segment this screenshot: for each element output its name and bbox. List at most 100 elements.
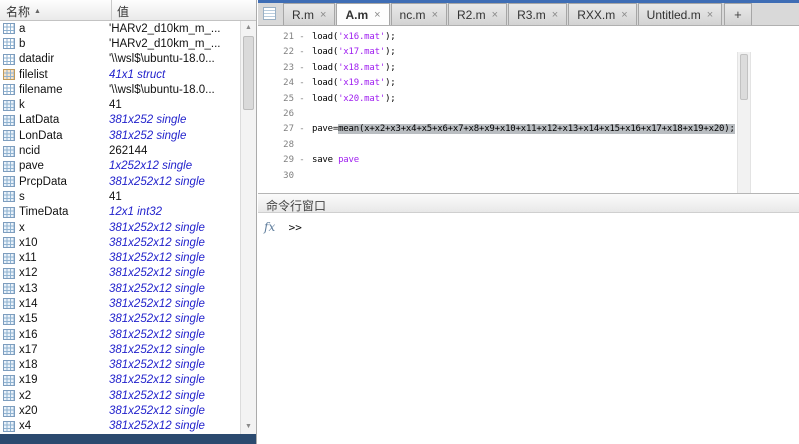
variable-value: 'HARv2_d10km_m_... <box>109 23 240 35</box>
workspace-row[interactable]: b'HARv2_d10km_m_... <box>0 36 240 51</box>
close-icon[interactable]: × <box>432 9 438 21</box>
variable-value: 381x252x12 single <box>109 252 240 264</box>
scroll-up-icon[interactable]: ▲ <box>241 22 256 34</box>
variable-value: 381x252x12 single <box>109 283 240 295</box>
command-window[interactable]: fx >> <box>258 213 799 444</box>
scroll-down-icon[interactable]: ▼ <box>241 421 256 433</box>
column-header-value[interactable]: 值 <box>112 0 256 20</box>
workspace-panel: 名称 ▲ 值 a'HARv2_d10km_m_...b'HARv2_d10km_… <box>0 0 257 444</box>
variable-value: 381x252x12 single <box>109 237 240 249</box>
workspace-row[interactable]: x11381x252x12 single <box>0 250 240 265</box>
executable-line-dash: - <box>294 30 310 45</box>
variable-name: x16 <box>19 329 109 341</box>
close-icon[interactable]: × <box>320 9 326 21</box>
workspace-row[interactable]: x381x252x12 single <box>0 220 240 235</box>
workspace-row[interactable]: x15381x252x12 single <box>0 312 240 327</box>
workspace-row[interactable]: x14381x252x12 single <box>0 296 240 311</box>
close-icon[interactable]: × <box>492 9 498 21</box>
workspace-row[interactable]: x18381x252x12 single <box>0 358 240 373</box>
workspace-row[interactable]: x2381x252x12 single <box>0 388 240 403</box>
workspace-row[interactable]: TimeData12x1 int32 <box>0 205 240 220</box>
new-tab-button[interactable]: + <box>724 3 752 25</box>
variable-value: 381x252 single <box>109 130 240 142</box>
workspace-row[interactable]: x4381x252x12 single <box>0 419 240 434</box>
close-icon[interactable]: × <box>552 9 558 21</box>
workspace-row[interactable]: datadir'\\wsl$\ubuntu-18.0... <box>0 52 240 67</box>
workspace-row[interactable]: x10381x252x12 single <box>0 235 240 250</box>
code-line-28[interactable]: 28 <box>258 138 799 153</box>
workspace-row[interactable]: a'HARv2_d10km_m_... <box>0 21 240 36</box>
workspace-row[interactable]: x17381x252x12 single <box>0 342 240 357</box>
workspace-row[interactable]: ncid262144 <box>0 143 240 158</box>
variable-value: 'HARv2_d10km_m_... <box>109 38 240 50</box>
variable-num-icon <box>3 421 15 432</box>
tab-untitled-m[interactable]: Untitled.m× <box>638 3 722 25</box>
executable-line-dash: - <box>294 153 310 168</box>
code-lines: 21-load('x16.mat');22-load('x17.mat');23… <box>258 26 799 184</box>
scrollbar-thumb[interactable] <box>243 36 254 110</box>
tab-nc-m[interactable]: nc.m× <box>391 3 447 25</box>
workspace-header: 名称 ▲ 值 <box>0 0 256 21</box>
workspace-row[interactable]: x12381x252x12 single <box>0 266 240 281</box>
line-number: 26 <box>258 107 294 122</box>
code-line-26[interactable]: 26 <box>258 107 799 122</box>
workspace-row[interactable]: x16381x252x12 single <box>0 327 240 342</box>
code-line-27[interactable]: 27-pave=mean(x+x2+x3+x4+x5+x6+x7+x8+x9+x… <box>258 122 799 137</box>
close-icon[interactable]: × <box>621 9 627 21</box>
editor-panel: R.m×A.m×nc.m×R2.m×R3.m×RXX.m×Untitled.m×… <box>258 0 799 444</box>
code-line-30[interactable]: 30 <box>258 169 799 184</box>
code-line-25[interactable]: 25-load('x20.mat'); <box>258 92 799 107</box>
variable-struct-icon <box>3 69 15 80</box>
column-header-name[interactable]: 名称 ▲ <box>0 0 112 20</box>
workspace-row[interactable]: filename'\\wsl$\ubuntu-18.0... <box>0 82 240 97</box>
variable-name: filelist <box>19 69 109 81</box>
close-icon[interactable]: × <box>374 9 380 21</box>
code-line-22[interactable]: 22-load('x17.mat'); <box>258 45 799 60</box>
code-line-23[interactable]: 23-load('x18.mat'); <box>258 61 799 76</box>
workspace-row[interactable]: LonData381x252 single <box>0 128 240 143</box>
variable-value: 1x252x12 single <box>109 160 240 172</box>
code-text: save pave <box>310 153 359 168</box>
line-number: 22 <box>258 45 294 60</box>
variable-num-icon <box>3 375 15 386</box>
variable-name: x <box>19 222 109 234</box>
code-editor[interactable]: 21-load('x16.mat');22-load('x17.mat');23… <box>258 26 799 193</box>
variable-name: x14 <box>19 298 109 310</box>
document-icon <box>263 7 276 20</box>
workspace-body: a'HARv2_d10km_m_...b'HARv2_d10km_m_...da… <box>0 21 240 434</box>
executable-line-dash: - <box>294 45 310 60</box>
close-icon[interactable]: × <box>707 9 713 21</box>
workspace-row[interactable]: filelist41x1 struct <box>0 67 240 82</box>
workspace-row[interactable]: x20381x252x12 single <box>0 403 240 418</box>
variable-num-icon <box>3 360 15 371</box>
tab-rxx-m[interactable]: RXX.m× <box>568 3 636 25</box>
command-window-header[interactable]: 命令行窗口 <box>258 193 799 213</box>
workspace-row[interactable]: x13381x252x12 single <box>0 281 240 296</box>
variable-name: a <box>19 23 109 35</box>
scrollbar-thumb[interactable] <box>740 54 748 100</box>
workspace-row[interactable]: PrcpData381x252x12 single <box>0 174 240 189</box>
workspace-row[interactable]: LatData381x252 single <box>0 113 240 128</box>
workspace-row[interactable]: s41 <box>0 189 240 204</box>
variable-num-icon <box>3 344 15 355</box>
variable-name: x18 <box>19 359 109 371</box>
variable-num-icon <box>3 406 15 417</box>
code-line-21[interactable]: 21-load('x16.mat'); <box>258 30 799 45</box>
variable-value: 262144 <box>109 145 240 157</box>
code-line-24[interactable]: 24-load('x19.mat'); <box>258 76 799 91</box>
variable-num-icon <box>3 176 15 187</box>
workspace-scrollbar[interactable]: ▲ ▼ <box>240 21 256 434</box>
variable-num-icon <box>3 100 15 111</box>
editor-scrollbar[interactable] <box>737 52 751 193</box>
tab-r-m[interactable]: R.m× <box>283 3 335 25</box>
code-line-29[interactable]: 29-save pave <box>258 153 799 168</box>
tab-a-m[interactable]: A.m× <box>336 3 389 25</box>
workspace-row[interactable]: pave1x252x12 single <box>0 159 240 174</box>
workspace-row[interactable]: x19381x252x12 single <box>0 373 240 388</box>
workspace-row[interactable]: k41 <box>0 97 240 112</box>
tab-r3-m[interactable]: R3.m× <box>508 3 567 25</box>
editor-tabbar: R.m×A.m×nc.m×R2.m×R3.m×RXX.m×Untitled.m×… <box>258 3 799 26</box>
tab-r2-m[interactable]: R2.m× <box>448 3 507 25</box>
matlab-window: 名称 ▲ 值 a'HARv2_d10km_m_...b'HARv2_d10km_… <box>0 0 799 444</box>
code-text <box>310 138 312 153</box>
